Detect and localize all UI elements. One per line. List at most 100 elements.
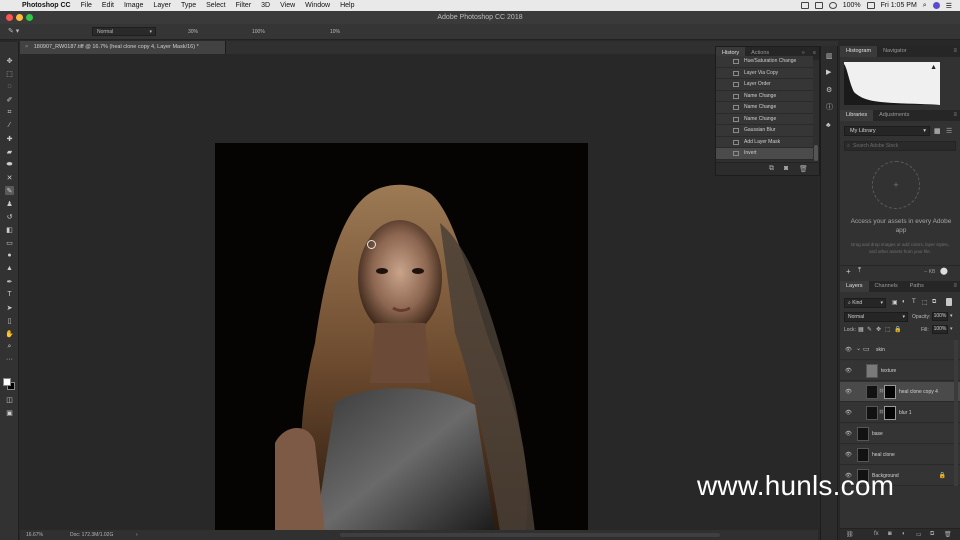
quick-select-tool-icon[interactable]: ✐ bbox=[5, 95, 14, 104]
menu-view[interactable]: View bbox=[280, 2, 295, 9]
brush-preset-icon[interactable]: ✎ ▾ bbox=[8, 27, 19, 35]
layer-name[interactable]: skin bbox=[876, 347, 885, 353]
layer-name[interactable]: heal clone copy 4 bbox=[899, 389, 938, 395]
close-document-icon[interactable]: × bbox=[25, 44, 28, 50]
visibility-eye-icon[interactable]: 👁 bbox=[845, 389, 852, 395]
new-group-icon[interactable]: ▭ bbox=[916, 531, 922, 538]
layer-row[interactable]: 👁 heal clone bbox=[840, 445, 960, 465]
tab-layers[interactable]: Layers bbox=[840, 281, 869, 292]
quick-mask-icon[interactable]: ◫ bbox=[5, 395, 14, 404]
type-tool-icon[interactable]: T bbox=[5, 290, 14, 299]
link-layers-icon[interactable]: ⛓ bbox=[846, 531, 854, 538]
new-layer-icon[interactable]: ⧉ bbox=[930, 531, 934, 538]
tab-histogram[interactable]: Histogram bbox=[840, 46, 878, 57]
grid-view-icon[interactable]: ▦ bbox=[934, 127, 941, 135]
lock-pixels-icon[interactable]: ✎ bbox=[867, 326, 872, 333]
layers-menu-icon[interactable]: ≡ bbox=[953, 283, 957, 289]
tab-paths[interactable]: Paths bbox=[904, 281, 930, 292]
histogram-menu-icon[interactable]: ≡ bbox=[953, 48, 957, 54]
visibility-eye-icon[interactable]: 👁 bbox=[845, 368, 852, 374]
history-brush-tool-icon[interactable]: ↺ bbox=[5, 212, 14, 221]
filter-pixel-icon[interactable]: ▣ bbox=[892, 299, 898, 306]
patch-tool-icon[interactable]: ▰ bbox=[5, 147, 14, 156]
spotlight-icon[interactable]: ⌕ bbox=[923, 2, 927, 10]
tab-libraries[interactable]: Libraries bbox=[840, 110, 874, 121]
mask-link-icon[interactable]: ⛓ bbox=[879, 388, 884, 393]
history-item[interactable]: Name Change bbox=[716, 102, 813, 114]
delete-state-icon[interactable]: 🗑 bbox=[799, 165, 808, 173]
menu-window[interactable]: Window bbox=[305, 2, 330, 9]
healing-brush-tool-icon[interactable]: ✚ bbox=[5, 134, 14, 143]
group-expand-icon[interactable]: ⌄ bbox=[856, 345, 861, 352]
menu-type[interactable]: Type bbox=[181, 2, 196, 9]
history-dock-icon[interactable]: ▥ bbox=[826, 52, 833, 60]
menu-image[interactable]: Image bbox=[124, 2, 143, 9]
list-view-icon[interactable]: ☰ bbox=[946, 127, 952, 135]
history-item[interactable]: Name Change bbox=[716, 90, 813, 102]
blend-mode-dropdown[interactable]: Normal ▾ bbox=[844, 312, 908, 322]
adjustments-dock-icon[interactable]: ⚙ bbox=[826, 86, 832, 94]
opacity-arrow-icon[interactable]: ▾ bbox=[950, 313, 953, 319]
zoom-level[interactable]: 16.67% bbox=[26, 532, 43, 538]
more-tools-icon[interactable]: ··· bbox=[5, 355, 14, 364]
libraries-menu-icon[interactable]: ≡ bbox=[953, 112, 957, 118]
smoothing-value[interactable]: 10% bbox=[330, 29, 340, 35]
layer-filter-kind[interactable]: ⌕ Kind ▾ bbox=[844, 298, 886, 308]
layer-row[interactable]: 👁 ⛓ heal clone copy 4 bbox=[840, 382, 960, 402]
lasso-tool-icon[interactable]: ◌ bbox=[5, 82, 14, 91]
layer-name[interactable]: texture bbox=[881, 368, 896, 374]
screen-mode-icon[interactable]: ▣ bbox=[5, 408, 14, 417]
mask-link-icon[interactable]: ⛓ bbox=[879, 409, 884, 414]
lock-transparent-icon[interactable]: ▦ bbox=[858, 326, 864, 333]
menu-layer[interactable]: Layer bbox=[153, 2, 171, 9]
layer-name[interactable]: base bbox=[872, 431, 883, 437]
sync-icon[interactable]: ⬤ bbox=[940, 267, 948, 275]
opacity-value[interactable]: 30% bbox=[188, 29, 198, 35]
menu-filter[interactable]: Filter bbox=[236, 2, 252, 9]
opacity-input[interactable]: 100% bbox=[932, 312, 948, 321]
shape-tool-icon[interactable]: ▯ bbox=[5, 316, 14, 325]
add-mask-icon[interactable]: ◙ bbox=[888, 531, 892, 537]
filter-toggle-icon[interactable] bbox=[946, 298, 952, 306]
siri-icon[interactable] bbox=[932, 2, 940, 9]
menu-help[interactable]: Help bbox=[340, 2, 354, 9]
layer-thumbnail[interactable] bbox=[866, 364, 878, 378]
visibility-eye-icon[interactable]: 👁 bbox=[845, 452, 852, 458]
cloud-icon[interactable] bbox=[814, 2, 823, 9]
history-item[interactable]: Name Change bbox=[716, 113, 813, 125]
library-select[interactable]: My Library ▾ bbox=[844, 126, 930, 136]
layer-mask-thumbnail[interactable] bbox=[884, 406, 896, 420]
upload-icon[interactable]: ⤒ bbox=[858, 267, 861, 275]
layer-name[interactable]: blur 1 bbox=[899, 410, 912, 416]
brush-tool-icon[interactable]: ✎ bbox=[5, 186, 14, 195]
filter-smart-object-icon[interactable]: ⧉ bbox=[932, 299, 936, 306]
app-menu[interactable]: Photoshop CC bbox=[22, 2, 71, 9]
horizontal-scrollbar[interactable] bbox=[340, 533, 720, 537]
eraser-tool-icon[interactable]: ◧ bbox=[5, 225, 14, 234]
history-item[interactable]: Add Layer Mask bbox=[716, 136, 813, 148]
add-asset-circle[interactable]: + bbox=[872, 161, 920, 209]
wifi-icon[interactable] bbox=[828, 2, 837, 9]
layer-row[interactable]: 👁 base bbox=[840, 424, 960, 444]
add-content-icon[interactable]: + bbox=[846, 267, 851, 276]
menu-3d[interactable]: 3D bbox=[261, 2, 270, 9]
fill-arrow-icon[interactable]: ▾ bbox=[950, 326, 953, 332]
document-canvas[interactable] bbox=[215, 143, 588, 532]
crop-tool-icon[interactable]: ⌗ bbox=[5, 108, 14, 117]
tab-navigator[interactable]: Navigator bbox=[877, 46, 913, 57]
layer-style-icon[interactable]: fx bbox=[874, 531, 879, 537]
visibility-eye-icon[interactable]: 👁 bbox=[845, 410, 852, 416]
layer-row[interactable]: 👁 ⌄ ▭ skin bbox=[840, 340, 960, 360]
eyedropper-tool-icon[interactable]: ⁄ bbox=[5, 121, 14, 130]
history-scrollbar[interactable] bbox=[814, 145, 818, 161]
filter-shape-icon[interactable]: ⬚ bbox=[922, 299, 928, 306]
foreground-color-swatch[interactable] bbox=[3, 378, 11, 386]
history-item[interactable]: Invert bbox=[716, 148, 813, 160]
new-snapshot-icon[interactable]: ◙ bbox=[784, 165, 788, 172]
layer-name[interactable]: heal clone bbox=[872, 452, 895, 458]
new-adjustment-icon[interactable]: ◐ bbox=[902, 531, 906, 537]
blur-tool-icon[interactable]: ● bbox=[5, 251, 14, 260]
delete-layer-icon[interactable]: 🗑 bbox=[944, 531, 952, 538]
new-document-from-state-icon[interactable]: ⧉ bbox=[769, 165, 774, 173]
layer-row[interactable]: 👁 ⛓ blur 1 bbox=[840, 403, 960, 423]
